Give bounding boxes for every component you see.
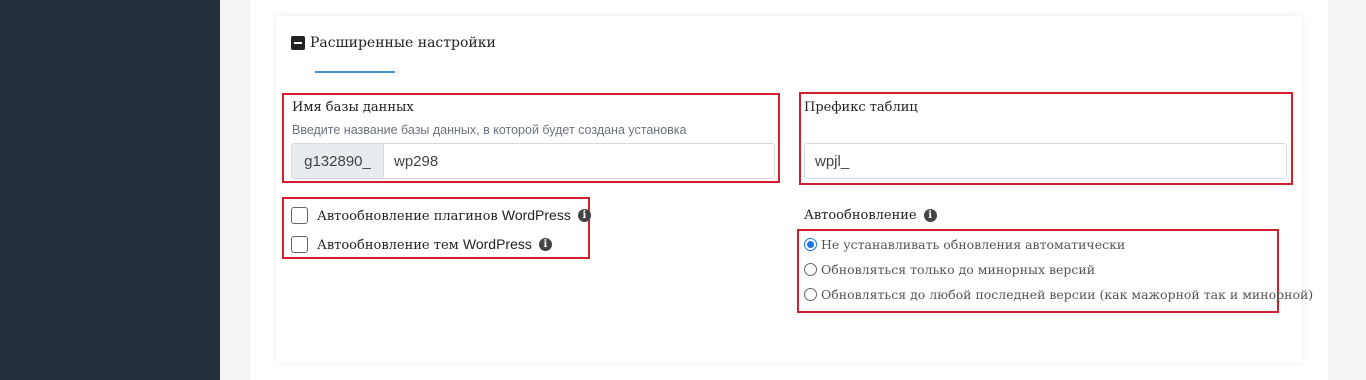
plugins-autoupdate-checkbox[interactable] bbox=[291, 206, 308, 224]
themes-autoupdate-text: Автообновление тем bbox=[317, 237, 459, 253]
plugins-autoupdate-label: Автообновление плагинов WordPress bbox=[317, 207, 571, 224]
info-icon[interactable]: i bbox=[923, 208, 937, 222]
auto-update-option-minor[interactable]: Обновляться только до минорных версий bbox=[804, 260, 1095, 278]
auto-update-option-label: Не устанавливать обновления автоматическ… bbox=[821, 236, 1126, 252]
collapse-minus-icon[interactable] bbox=[291, 36, 305, 50]
radio-button-selected[interactable] bbox=[804, 237, 817, 251]
auto-update-option-label: Обновляться до любой последней версии (к… bbox=[821, 286, 1314, 302]
plugins-autoupdate-row: Автообновление плагинов WordPress i bbox=[291, 205, 591, 225]
plugins-autoupdate-text: Автообновление плагинов bbox=[317, 208, 498, 224]
themes-autoupdate-checkbox[interactable] bbox=[291, 235, 308, 253]
info-icon[interactable]: i bbox=[538, 237, 552, 251]
database-prefix-addon: g132890_ bbox=[291, 143, 383, 179]
table-prefix-input[interactable] bbox=[804, 143, 1287, 179]
radio-button[interactable] bbox=[804, 262, 817, 276]
database-name-input[interactable] bbox=[383, 143, 775, 179]
auto-update-option-all[interactable]: Обновляться до любой последней версии (к… bbox=[804, 285, 1313, 303]
themes-autoupdate-row: Автообновление тем WordPress i bbox=[291, 234, 552, 254]
auto-update-option-label: Обновляться только до минорных версий bbox=[821, 261, 1096, 277]
auto-update-option-none[interactable]: Не устанавливать обновления автоматическ… bbox=[804, 235, 1125, 253]
themes-autoupdate-brand: WordPress bbox=[462, 235, 532, 252]
section-title: Расширенные настройки bbox=[310, 35, 496, 51]
sidebar bbox=[0, 0, 220, 380]
table-prefix-label: Префикс таблиц bbox=[804, 100, 918, 115]
tab-underline bbox=[315, 71, 395, 73]
plugins-autoupdate-brand: WordPress bbox=[501, 206, 571, 223]
info-icon[interactable]: i bbox=[577, 208, 591, 222]
auto-update-heading: Автообновление i bbox=[804, 205, 937, 225]
radio-button[interactable] bbox=[804, 287, 817, 301]
database-name-label: Имя базы данных bbox=[292, 100, 414, 115]
database-name-hint: Введите название базы данных, в которой … bbox=[292, 123, 687, 137]
themes-autoupdate-label: Автообновление тем WordPress bbox=[317, 236, 532, 253]
database-name-group: g132890_ bbox=[291, 143, 775, 179]
advanced-settings-toggle[interactable]: Расширенные настройки bbox=[291, 33, 496, 53]
auto-update-label: Автообновление bbox=[804, 207, 917, 223]
